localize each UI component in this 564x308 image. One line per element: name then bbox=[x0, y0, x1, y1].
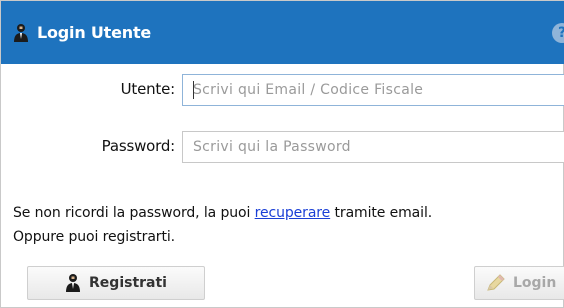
help-icon[interactable]: ? bbox=[552, 23, 564, 43]
recovery-text-end: tramite email. bbox=[330, 205, 433, 221]
dialog-title: Login Utente bbox=[37, 23, 152, 42]
user-icon bbox=[14, 24, 28, 42]
user-icon bbox=[66, 274, 81, 292]
register-button[interactable]: Registrati bbox=[27, 266, 205, 300]
login-button[interactable]: Login bbox=[474, 266, 564, 300]
password-label: Password: bbox=[101, 137, 176, 155]
pencil-icon bbox=[487, 274, 505, 291]
recovery-line: Se non ricordi la password, la puoi recu… bbox=[13, 201, 432, 225]
login-button-label: Login bbox=[513, 275, 557, 291]
utente-input[interactable] bbox=[182, 74, 564, 106]
recover-link[interactable]: recuperare bbox=[255, 205, 331, 221]
password-input[interactable] bbox=[182, 131, 564, 163]
recovery-text: Se non ricordi la password, la puoi bbox=[13, 205, 255, 221]
register-button-label: Registrati bbox=[89, 275, 167, 291]
dialog-titlebar: Login Utente ? bbox=[1, 1, 564, 64]
recovery-info: Se non ricordi la password, la puoi recu… bbox=[13, 201, 432, 249]
login-dialog: Login Utente ? Utente: Password: Se non … bbox=[0, 0, 564, 308]
utente-label: Utente: bbox=[120, 80, 176, 98]
text-cursor bbox=[193, 81, 194, 99]
register-hint: Oppure puoi registrarti. bbox=[13, 229, 175, 245]
